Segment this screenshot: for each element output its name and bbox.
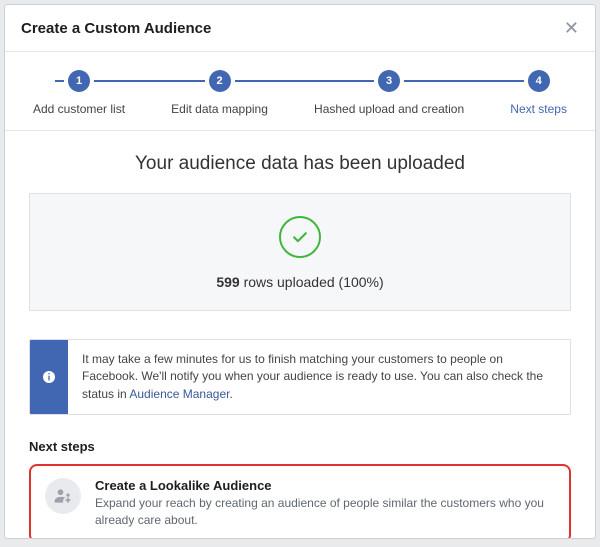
- close-button[interactable]: ✕: [564, 19, 579, 37]
- step-number: 1: [68, 70, 90, 92]
- modal-header: Create a Custom Audience ✕: [5, 5, 595, 52]
- modal-title: Create a Custom Audience: [21, 20, 211, 37]
- step-add-customer-list[interactable]: 1 Add customer list: [33, 70, 125, 116]
- upload-heading: Your audience data has been uploaded: [29, 153, 571, 175]
- success-check-icon: [279, 216, 321, 258]
- people-plus-icon: [45, 478, 81, 514]
- step-label: Edit data mapping: [171, 102, 268, 116]
- close-icon: ✕: [564, 18, 579, 38]
- step-number: 3: [378, 70, 400, 92]
- info-text: It may take a few minutes for us to fini…: [68, 340, 570, 414]
- next-steps-heading: Next steps: [29, 439, 571, 454]
- step-label: Add customer list: [33, 102, 125, 116]
- step-number: 4: [528, 70, 550, 92]
- audience-manager-link[interactable]: Audience Manager: [129, 387, 229, 401]
- rows-uploaded-suffix: rows uploaded (100%): [240, 274, 384, 290]
- info-text-part2: .: [229, 387, 232, 401]
- step-next-steps[interactable]: 4 Next steps: [510, 70, 567, 116]
- stepper-line: [55, 80, 545, 82]
- check-icon: [290, 227, 310, 247]
- step-label: Hashed upload and creation: [314, 102, 464, 116]
- info-icon-column: [30, 340, 68, 414]
- step-hashed-upload[interactable]: 3 Hashed upload and creation: [314, 70, 464, 116]
- card-title: Create a Lookalike Audience: [95, 478, 555, 493]
- card-create-lookalike-audience[interactable]: Create a Lookalike Audience Expand your …: [29, 464, 571, 538]
- info-icon: [41, 369, 57, 385]
- info-banner: It may take a few minutes for us to fini…: [29, 339, 571, 415]
- custom-audience-modal: Create a Custom Audience ✕ 1 Add custome…: [4, 4, 596, 539]
- step-label: Next steps: [510, 102, 567, 116]
- step-number: 2: [209, 70, 231, 92]
- upload-count-text: 599 rows uploaded (100%): [40, 274, 560, 290]
- rows-uploaded-count: 599: [216, 274, 239, 290]
- upload-status-panel: 599 rows uploaded (100%): [29, 193, 571, 311]
- card-body: Create a Lookalike Audience Expand your …: [95, 478, 555, 529]
- modal-body: Your audience data has been uploaded 599…: [5, 131, 595, 538]
- step-edit-data-mapping[interactable]: 2 Edit data mapping: [171, 70, 268, 116]
- card-description: Expand your reach by creating an audienc…: [95, 495, 555, 529]
- stepper: 1 Add customer list 2 Edit data mapping …: [5, 52, 595, 131]
